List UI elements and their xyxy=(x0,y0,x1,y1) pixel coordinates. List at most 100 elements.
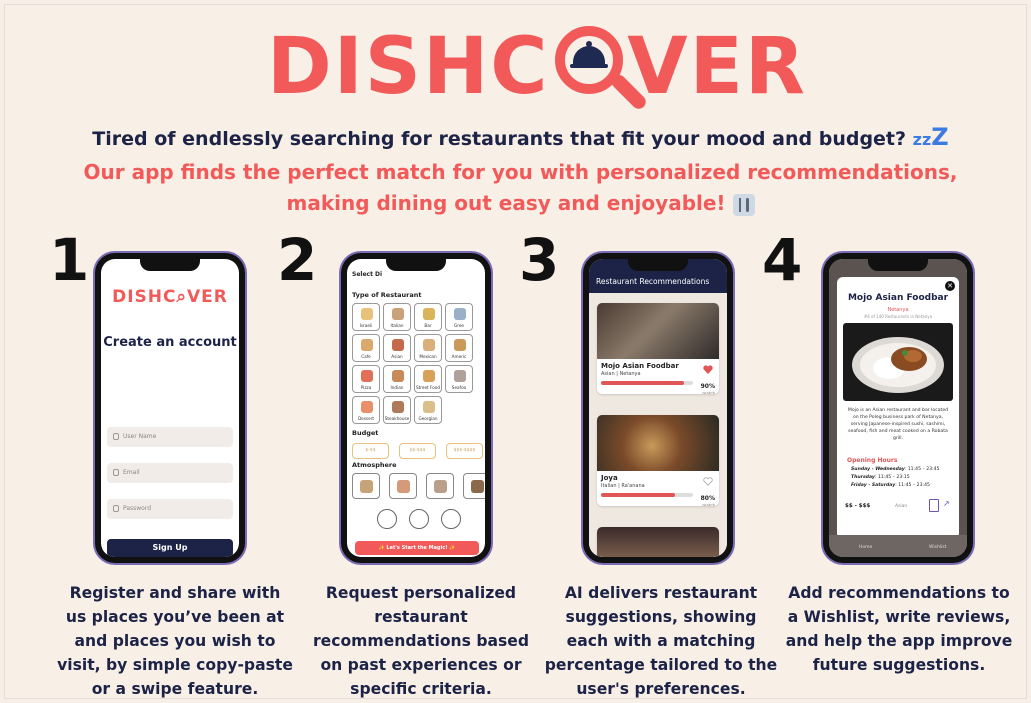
select-header: Select Di xyxy=(352,271,383,278)
nav-home[interactable]: Home xyxy=(859,545,872,550)
match-bar xyxy=(601,493,693,497)
food-icon xyxy=(361,401,373,413)
logo-text-right: VER xyxy=(627,22,807,112)
restaurant-type-chip[interactable]: Pizza xyxy=(352,365,380,393)
external-link-icon[interactable]: ↗ xyxy=(943,499,950,508)
vegan-icon[interactable] xyxy=(377,509,397,529)
accessible-icon[interactable] xyxy=(441,509,461,529)
restaurant-type-chip[interactable]: Indian xyxy=(383,365,411,393)
restaurant-name: Mojo Asian Foodbar xyxy=(601,362,679,370)
nav-wishlist[interactable]: Wishlist xyxy=(929,545,946,550)
restaurant-type-label: Asian xyxy=(391,354,403,359)
restaurant-type-chip[interactable]: Seafoo xyxy=(445,365,473,393)
couple-icon xyxy=(397,480,410,493)
step-caption-1: Register and share with us places you’ve… xyxy=(57,584,293,698)
business-icon xyxy=(471,480,484,493)
start-magic-button[interactable]: ✨ Let's Start the Magic! ✨ xyxy=(355,541,479,555)
match-percent: 90% xyxy=(700,383,715,390)
step-caption-2: Request personalized restaurant recommen… xyxy=(312,584,530,698)
logo-text-left: DISHC xyxy=(267,22,550,112)
match-percent: 80% xyxy=(700,495,715,502)
restaurant-type-label: Georgian xyxy=(418,416,438,421)
restaurant-type-chip[interactable]: Americ xyxy=(445,334,473,362)
username-field[interactable]: User Name xyxy=(107,427,233,447)
budget-label: Budget xyxy=(352,429,379,437)
hours-row: Sunday - Wednesday: 11:45 – 23:45 xyxy=(851,467,940,472)
food-icon xyxy=(392,308,404,320)
restaurant-name: Joya xyxy=(601,474,618,482)
sign-up-button[interactable]: Sign Up xyxy=(107,539,233,557)
step-number-2: 2 xyxy=(277,226,318,294)
tagline-answer-line2: making dining out easy and enjoyable! xyxy=(286,191,726,215)
food-icon xyxy=(392,370,404,382)
restaurant-sub: Asian | Netanya xyxy=(601,371,641,377)
budget-chip[interactable]: $$$-$$$$ xyxy=(446,443,483,459)
mail-icon xyxy=(113,469,119,476)
food-icon xyxy=(361,308,373,320)
step-caption-3: AI delivers restaurant suggestions, show… xyxy=(544,584,778,698)
restaurant-type-chip[interactable]: Bar xyxy=(414,303,442,331)
step-number-4: 4 xyxy=(762,226,803,294)
restaurant-type-chip[interactable]: Georgian xyxy=(414,396,442,424)
atmosphere-chip[interactable] xyxy=(352,473,380,499)
dishcover-logo: DISHC VER xyxy=(267,19,807,115)
food-icon xyxy=(423,370,435,382)
restaurant-type-chip[interactable]: Asian xyxy=(383,334,411,362)
restaurant-card[interactable]: Mojo Asian Foodbar Asian | Netanya 90% m… xyxy=(597,303,719,394)
email-field[interactable]: Email xyxy=(107,463,233,483)
restaurant-type-chip[interactable]: Israeli xyxy=(352,303,380,331)
restaurant-rank: #4 of 140 Restaurants in Netanya xyxy=(863,314,933,319)
restaurant-card[interactable]: Joya Italian | Ra'anana 80% match xyxy=(597,415,719,506)
restaurant-card[interactable] xyxy=(597,527,719,557)
hours-row: Friday - Saturday: 11:45 – 23:45 xyxy=(851,483,930,488)
cuisine-type: Asian xyxy=(895,504,908,509)
infographic: DISHC VER Tired of endlessly searching f… xyxy=(4,4,1027,699)
menu-document-icon[interactable] xyxy=(929,499,939,512)
app-logo: DISHC⌕VER xyxy=(112,287,228,307)
restaurant-type-label: Americ xyxy=(451,354,467,359)
password-field[interactable]: Password xyxy=(107,499,233,519)
compass-icon[interactable] xyxy=(409,509,429,529)
restaurant-type-chip[interactable]: Italian xyxy=(383,303,411,331)
restaurant-detail-screen: ✕ Mojo Asian Foodbar Netanya #4 of 140 R… xyxy=(829,259,967,557)
budget-chip[interactable]: $-$$ xyxy=(352,443,389,459)
food-icon xyxy=(454,339,466,351)
restaurant-type-label: Mexican xyxy=(419,354,437,359)
user-icon xyxy=(113,433,119,440)
restaurant-type-label: Dessert xyxy=(357,416,375,421)
restaurant-type-chip[interactable]: Gree xyxy=(445,303,473,331)
step-number-1: 1 xyxy=(49,226,90,294)
type-label: Type of Restaurant xyxy=(352,291,422,299)
match-label: match xyxy=(702,391,715,394)
food-icon xyxy=(361,370,373,382)
restaurant-type-label: Israeli xyxy=(359,323,373,328)
restaurant-type-chip[interactable]: Dessert xyxy=(352,396,380,424)
restaurant-type-label: Steakhouse xyxy=(384,416,410,421)
heart-filled-icon[interactable] xyxy=(703,365,713,374)
restaurant-photo xyxy=(597,415,719,471)
restaurant-city: Netanya xyxy=(887,307,909,313)
atmosphere-chip[interactable] xyxy=(463,473,485,499)
dish-photo xyxy=(843,323,953,401)
close-icon[interactable]: ✕ xyxy=(945,281,955,291)
restaurant-type-chip[interactable]: Mexican xyxy=(414,334,442,362)
recommendations-screen: Restaurant Recommendations Mojo Asian Fo… xyxy=(589,259,727,557)
match-bar xyxy=(601,381,693,385)
atmosphere-chip[interactable] xyxy=(389,473,417,499)
hours-row: Thursday: 11:45 – 23:15 xyxy=(851,475,910,480)
restaurant-type-chip[interactable]: Street Food xyxy=(414,365,442,393)
budget-chip[interactable]: $$-$$$ xyxy=(399,443,436,459)
heart-outline-icon[interactable] xyxy=(703,477,713,486)
restaurant-type-label: Pizza xyxy=(360,385,372,390)
fork-knife-icon xyxy=(732,193,755,216)
food-icon xyxy=(392,339,404,351)
food-icon xyxy=(392,401,404,413)
tagline-answer-line1: Our app finds the perfect match for you … xyxy=(83,160,958,184)
restaurant-type-chip[interactable]: Steakhouse xyxy=(383,396,411,424)
restaurant-type-label: Seafoo xyxy=(451,385,467,390)
restaurant-type-chip[interactable]: Cafe xyxy=(352,334,380,362)
bottom-nav: Home Wishlist xyxy=(829,535,967,557)
phone-signup: DISHC⌕VER Create an account User Name Em… xyxy=(95,253,245,563)
restaurant-type-label: Italian xyxy=(390,323,404,328)
atmosphere-chip[interactable] xyxy=(426,473,454,499)
